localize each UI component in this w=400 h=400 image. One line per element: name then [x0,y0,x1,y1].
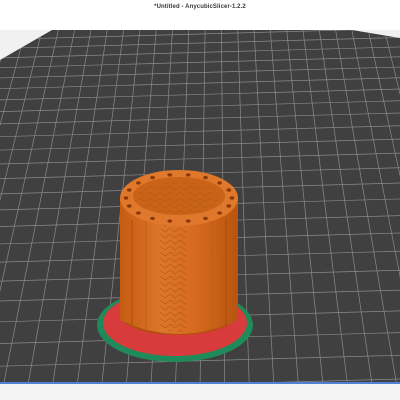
rim-hole [185,173,191,177]
app-window: *Untitled - AnycubicSlicer-1.2.2 [0,0,400,400]
rim-hole [217,211,223,215]
rim-hole [226,204,232,208]
rim-hole [167,173,173,177]
window-title: *Untitled - AnycubicSlicer-1.2.2 [154,4,246,10]
rim-hole [229,196,235,200]
3d-viewport[interactable] [0,30,400,400]
rim-hole [226,188,232,192]
rim-hole [123,196,129,200]
rim-hole [136,211,141,215]
rim-hole [185,219,191,223]
title-bar: *Untitled - AnycubicSlicer-1.2.2 [0,0,400,14]
rim-hole [126,188,132,192]
status-bar [0,384,400,400]
rim-hole [136,181,141,185]
model-seam-pattern [160,212,186,332]
rim-hole [203,216,208,221]
toolbar-area [0,14,400,30]
printed-model[interactable] [97,170,253,362]
rim-hole [150,175,155,180]
rim-hole [150,216,155,221]
model-inner-wall [137,182,221,214]
rim-hole [203,175,208,180]
rim-hole [217,181,223,185]
rim-hole [167,219,173,223]
viewport-canvas[interactable] [0,30,400,400]
rim-hole [126,204,132,208]
